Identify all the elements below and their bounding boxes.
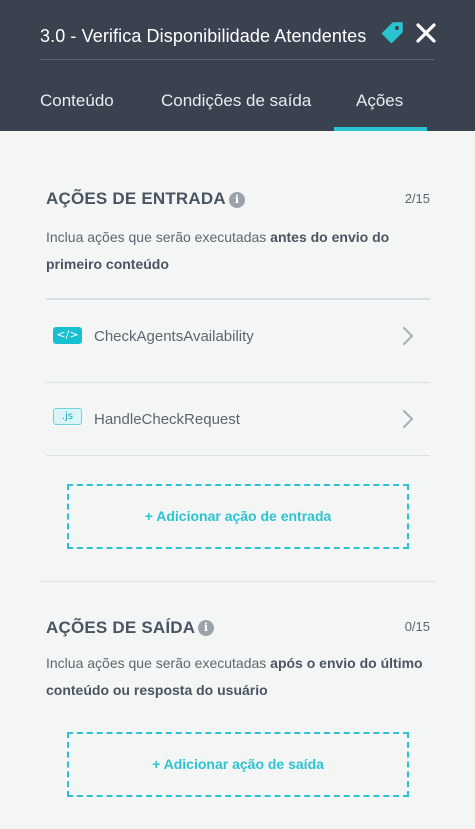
active-tab-indicator — [334, 127, 427, 131]
panel-header: 3.0 - Verifica Disponibilidade Atendente… — [0, 0, 475, 131]
entry-description-text: Inclua ações que serão executadas — [46, 229, 271, 245]
tab-condicoes-de-saida[interactable]: Condições de saída — [161, 91, 311, 111]
entry-actions-description: Inclua ações que serão executadas antes … — [46, 224, 431, 278]
action-label: CheckAgentsAvailability — [94, 328, 254, 345]
exit-actions-description: Inclua ações que serão executadas após o… — [46, 650, 431, 704]
tag-icon[interactable] — [380, 21, 404, 45]
action-label: HandleCheckRequest — [94, 411, 240, 428]
add-exit-action-button[interactable]: + Adicionar ação de saída — [67, 732, 409, 797]
exit-description-text: Inclua ações que serão executadas — [46, 655, 271, 671]
panel-title: 3.0 - Verifica Disponibilidade Atendente… — [40, 26, 367, 46]
close-icon[interactable] — [415, 22, 437, 44]
chevron-right-icon — [403, 410, 414, 428]
tab-acoes[interactable]: Ações — [356, 91, 403, 111]
info-icon[interactable]: i — [229, 192, 245, 208]
list-item-entry-action[interactable]: .js HandleCheckRequest — [46, 373, 430, 456]
header-divider — [40, 59, 435, 60]
section-divider — [40, 581, 435, 582]
js-icon: .js — [53, 408, 82, 425]
entry-actions-count: 2/15 — [404, 191, 430, 206]
exit-actions-count: 0/15 — [404, 619, 430, 634]
add-entry-action-button[interactable]: + Adicionar ação de entrada — [67, 484, 409, 549]
info-icon[interactable]: i — [198, 620, 214, 636]
list-item-entry-action[interactable]: </> CheckAgentsAvailability — [46, 300, 430, 383]
exit-actions-title: AÇÕES DE SAÍDA — [46, 618, 196, 637]
tab-conteudo[interactable]: Conteúdo — [40, 91, 114, 111]
chevron-right-icon — [403, 327, 414, 345]
code-icon: </> — [53, 327, 82, 344]
entry-actions-title: AÇÕES DE ENTRADA — [46, 189, 226, 208]
